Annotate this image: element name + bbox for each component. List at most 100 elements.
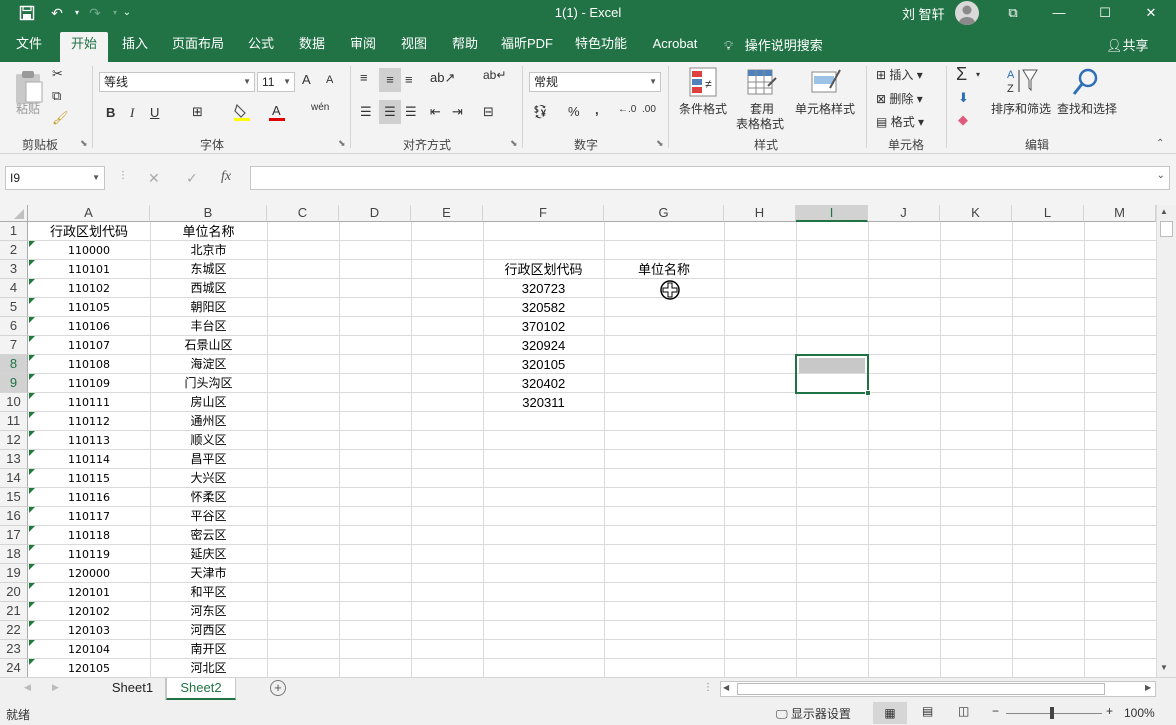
- format-cells-button[interactable]: ▤ 格式 ▾: [876, 113, 924, 130]
- delete-cells-button[interactable]: ⊠ 删除 ▾: [876, 90, 923, 107]
- cell-b20[interactable]: 和平区: [150, 583, 267, 602]
- column-header-m[interactable]: M: [1084, 205, 1156, 222]
- cell-b2[interactable]: 北京市: [150, 241, 267, 260]
- cell-a20[interactable]: 120101: [28, 583, 150, 602]
- row-header-8[interactable]: 8: [0, 355, 28, 374]
- cell-b8[interactable]: 海淀区: [150, 355, 267, 374]
- cell-b14[interactable]: 大兴区: [150, 469, 267, 488]
- collapse-ribbon-icon[interactable]: ⌃: [1156, 138, 1164, 149]
- increase-indent-icon[interactable]: ⇥: [452, 104, 463, 120]
- font-launcher-icon[interactable]: ⬊: [338, 138, 346, 149]
- cell-a13[interactable]: 110114: [28, 450, 150, 469]
- column-header-e[interactable]: E: [411, 205, 483, 222]
- sheet-tab-sheet2[interactable]: Sheet2: [166, 678, 236, 700]
- cell-a8[interactable]: 110108: [28, 355, 150, 374]
- row-header-21[interactable]: 21: [0, 602, 28, 621]
- tell-me-search[interactable]: 💡︎ 操作说明搜索: [724, 35, 823, 54]
- tab-page-layout[interactable]: 页面布局: [166, 33, 230, 62]
- row-header-13[interactable]: 13: [0, 450, 28, 469]
- row-header-12[interactable]: 12: [0, 431, 28, 450]
- underline-button[interactable]: U: [150, 105, 159, 120]
- fill-color-icon[interactable]: [233, 102, 251, 125]
- chevron-down-icon[interactable]: ▾: [976, 70, 980, 79]
- cell-f8[interactable]: 320105: [483, 355, 604, 374]
- paste-label[interactable]: 粘贴: [10, 100, 46, 117]
- cell-b9[interactable]: 门头沟区: [150, 374, 267, 393]
- row-header-11[interactable]: 11: [0, 412, 28, 431]
- sort-filter-icon[interactable]: AZ: [1005, 66, 1039, 99]
- cell-f10[interactable]: 320311: [483, 393, 604, 412]
- wrap-text-icon[interactable]: ab↵: [483, 68, 506, 82]
- row-header-10[interactable]: 10: [0, 393, 28, 412]
- row-header-2[interactable]: 2: [0, 241, 28, 260]
- cell-b18[interactable]: 延庆区: [150, 545, 267, 564]
- format-as-table-label-2[interactable]: 表格格式: [728, 115, 792, 132]
- percent-style-button[interactable]: %: [568, 104, 580, 119]
- sort-filter-label[interactable]: 排序和筛选: [990, 100, 1052, 117]
- cut-icon[interactable]: ✂: [52, 66, 63, 82]
- tab-home[interactable]: 开始: [60, 32, 108, 62]
- align-left-icon[interactable]: ☰: [360, 104, 372, 120]
- alignment-launcher-icon[interactable]: ⬊: [510, 138, 518, 149]
- prev-sheet-icon[interactable]: ◀: [24, 682, 31, 693]
- clipboard-launcher-icon[interactable]: ⬊: [80, 138, 88, 149]
- column-header-g[interactable]: G: [604, 205, 724, 222]
- maximize-button[interactable]: ☐: [1082, 0, 1128, 26]
- cell-f9[interactable]: 320402: [483, 374, 604, 393]
- page-layout-view-icon[interactable]: ▤: [922, 704, 933, 718]
- row-header-9[interactable]: 9: [0, 374, 28, 393]
- align-middle-icon[interactable]: ≡: [379, 68, 401, 92]
- cell-b12[interactable]: 顺义区: [150, 431, 267, 450]
- cell-f3[interactable]: 行政区划代码: [483, 260, 604, 279]
- cell-a7[interactable]: 110107: [28, 336, 150, 355]
- format-as-table-icon[interactable]: [746, 66, 778, 101]
- cell-styles-label[interactable]: 单元格样式: [794, 100, 856, 117]
- italic-button[interactable]: I: [130, 105, 134, 121]
- merge-center-icon[interactable]: ⊟: [483, 104, 494, 120]
- horizontal-scrollbar[interactable]: ◀ ▶: [720, 681, 1156, 697]
- zoom-slider-thumb[interactable]: [1050, 707, 1054, 719]
- column-header-k[interactable]: K: [940, 205, 1012, 222]
- zoom-level[interactable]: 100%: [1124, 706, 1155, 720]
- column-header-f[interactable]: F: [483, 205, 604, 222]
- expand-formula-icon[interactable]: ⌄: [1157, 170, 1165, 181]
- minimize-button[interactable]: —: [1036, 0, 1082, 26]
- cell-b22[interactable]: 河西区: [150, 621, 267, 640]
- find-select-label[interactable]: 查找和选择: [1056, 100, 1118, 117]
- horizontal-scroll-thumb[interactable]: [737, 683, 1105, 695]
- accounting-format-icon[interactable]: 💱︎: [532, 104, 549, 120]
- cell-a22[interactable]: 120103: [28, 621, 150, 640]
- tab-acrobat[interactable]: Acrobat: [645, 33, 705, 62]
- cell-b13[interactable]: 昌平区: [150, 450, 267, 469]
- cell-a18[interactable]: 110119: [28, 545, 150, 564]
- vertical-scroll-thumb[interactable]: [1160, 221, 1173, 237]
- row-header-15[interactable]: 15: [0, 488, 28, 507]
- cell-b21[interactable]: 河东区: [150, 602, 267, 621]
- cell-a6[interactable]: 110106: [28, 317, 150, 336]
- font-color-icon[interactable]: A: [268, 102, 286, 125]
- column-header-a[interactable]: A: [28, 205, 150, 222]
- cell-a21[interactable]: 120102: [28, 602, 150, 621]
- cell-a2[interactable]: 110000: [28, 241, 150, 260]
- font-size-dropdown[interactable]: 11 ▼: [257, 72, 295, 92]
- align-right-icon[interactable]: ☰: [405, 104, 417, 120]
- number-launcher-icon[interactable]: ⬊: [656, 138, 664, 149]
- cell-a5[interactable]: 110105: [28, 298, 150, 317]
- sheet-tab-sheet1[interactable]: Sheet1: [100, 678, 166, 700]
- cell-f5[interactable]: 320582: [483, 298, 604, 317]
- row-header-6[interactable]: 6: [0, 317, 28, 336]
- cell-f7[interactable]: 320924: [483, 336, 604, 355]
- ribbon-display-options-icon[interactable]: ⧉: [990, 0, 1036, 26]
- number-format-dropdown[interactable]: 常规 ▼: [529, 72, 661, 92]
- zoom-out-icon[interactable]: −: [992, 704, 999, 718]
- selection-range[interactable]: [795, 354, 871, 396]
- row-header-22[interactable]: 22: [0, 621, 28, 640]
- decrease-indent-icon[interactable]: ⇤: [430, 104, 441, 120]
- row-header-24[interactable]: 24: [0, 659, 28, 677]
- normal-view-icon[interactable]: ▦: [873, 702, 907, 724]
- tab-help[interactable]: 帮助: [444, 33, 486, 62]
- tab-review[interactable]: 审阅: [342, 33, 384, 62]
- cell-a1[interactable]: 行政区划代码: [28, 222, 150, 241]
- conditional-formatting-label[interactable]: 条件格式: [676, 100, 730, 117]
- orientation-icon[interactable]: ab↗: [430, 70, 455, 86]
